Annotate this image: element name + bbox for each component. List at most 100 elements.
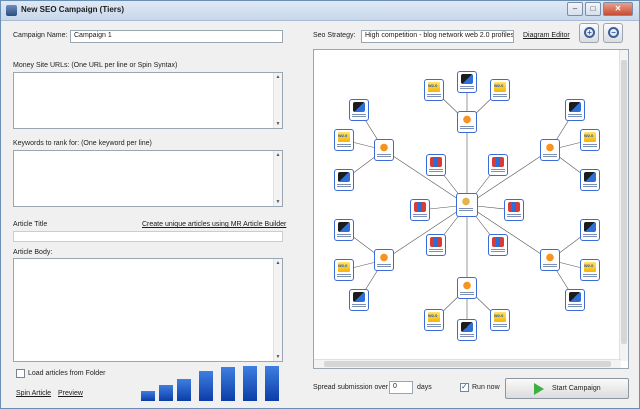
- seo-strategy-select[interactable]: High competition - blog network web 2.0 …: [361, 30, 514, 43]
- web20-node[interactable]: [580, 129, 600, 151]
- bookmark-node[interactable]: [349, 99, 369, 121]
- scroll-up-icon[interactable]: ▲: [274, 73, 282, 81]
- bookmark-node[interactable]: [334, 219, 354, 241]
- web20-icon: [494, 82, 506, 92]
- web20-icon: [338, 132, 350, 142]
- create-articles-link[interactable]: Create unique articles using MR Article …: [142, 221, 286, 228]
- web20-node[interactable]: [334, 129, 354, 151]
- logo-bars-graphic: [141, 361, 281, 401]
- scroll-thumb[interactable]: [324, 361, 611, 367]
- bookmark-node[interactable]: [457, 71, 477, 93]
- bookmark-icon: [353, 292, 365, 302]
- load-articles-checkbox[interactable]: [16, 369, 25, 378]
- blog-icon: [461, 114, 473, 124]
- bookmark-node[interactable]: [349, 289, 369, 311]
- title-bar: New SEO Campaign (Tiers) – □ ✕: [1, 1, 639, 21]
- web-profile-node[interactable]: [488, 234, 508, 256]
- preview-link[interactable]: Preview: [58, 390, 83, 397]
- run-now-label: Run now: [472, 384, 500, 391]
- seo-strategy-label: Seo Strategy:: [313, 32, 356, 39]
- scroll-up-icon[interactable]: ▲: [274, 151, 282, 159]
- blog-network-node[interactable]: [374, 139, 394, 161]
- blog-network-node[interactable]: [457, 277, 477, 299]
- web-profile-node[interactable]: [426, 234, 446, 256]
- bookmark-node[interactable]: [580, 219, 600, 241]
- web20-node[interactable]: [580, 259, 600, 281]
- bookmark-node[interactable]: [565, 289, 585, 311]
- zoom-in-button[interactable]: +: [579, 23, 599, 43]
- article-title-label: Article Title: [13, 221, 48, 228]
- web-profile-node[interactable]: [426, 154, 446, 176]
- start-campaign-button[interactable]: Start Campaign: [505, 378, 629, 399]
- app-icon: [6, 5, 17, 16]
- blog-network-node[interactable]: [540, 249, 560, 271]
- logo-bar: [177, 379, 191, 401]
- bookmark-icon: [461, 74, 473, 84]
- money-urls-scrollbar[interactable]: ▲ ▼: [273, 73, 282, 128]
- web20-node[interactable]: [490, 79, 510, 101]
- keywords-label: Keywords to rank for: (One keyword per l…: [13, 140, 152, 147]
- bookmark-node[interactable]: [334, 169, 354, 191]
- web20-node[interactable]: [424, 79, 444, 101]
- scroll-down-icon[interactable]: ▼: [274, 120, 282, 128]
- run-now-checkbox[interactable]: ✓: [460, 382, 469, 392]
- campaign-window: New SEO Campaign (Tiers) – □ ✕ Campaign …: [0, 0, 640, 409]
- article-body-label: Article Body:: [13, 249, 53, 256]
- web20-icon: [494, 312, 506, 322]
- blog-icon: [378, 252, 390, 262]
- keywords-scrollbar[interactable]: ▲ ▼: [273, 151, 282, 206]
- article-title-input[interactable]: [13, 231, 283, 242]
- minimize-button[interactable]: –: [567, 2, 583, 16]
- profile-icon: [492, 237, 504, 247]
- scroll-up-icon[interactable]: ▲: [274, 259, 282, 267]
- web20-icon: [428, 82, 440, 92]
- web20-node[interactable]: [490, 309, 510, 331]
- bookmark-node[interactable]: [580, 169, 600, 191]
- spread-days-input[interactable]: 0: [389, 381, 413, 394]
- web20-icon: [584, 262, 596, 272]
- check-icon: ✓: [461, 382, 468, 391]
- diagram-vscrollbar[interactable]: [619, 50, 628, 361]
- spread-label: Spread submission over: [313, 384, 389, 391]
- keywords-textarea[interactable]: ▲ ▼: [13, 150, 283, 207]
- profile-icon: [414, 202, 426, 212]
- article-body-scrollbar[interactable]: ▲ ▼: [273, 259, 282, 361]
- web20-node[interactable]: [424, 309, 444, 331]
- article-body-textarea[interactable]: ▲ ▼: [13, 258, 283, 362]
- money-urls-textarea[interactable]: ▲ ▼: [13, 72, 283, 129]
- bookmark-node[interactable]: [565, 99, 585, 121]
- logo-bar: [221, 367, 235, 401]
- web-profile-node[interactable]: [504, 199, 524, 221]
- web-profile-node[interactable]: [488, 154, 508, 176]
- close-button[interactable]: ✕: [603, 2, 633, 16]
- campaign-name-input[interactable]: Campaign 1: [70, 30, 283, 43]
- web20-node[interactable]: [334, 259, 354, 281]
- maximize-button[interactable]: □: [585, 2, 601, 16]
- logo-bar: [159, 385, 173, 401]
- money-urls-label: Money Site URLs: (One URL per line or Sp…: [13, 62, 178, 69]
- blog-icon: [544, 142, 556, 152]
- bookmark-icon: [584, 222, 596, 232]
- diagram-hscrollbar[interactable]: [314, 359, 621, 368]
- profile-icon: [430, 237, 442, 247]
- blog-network-node[interactable]: [374, 249, 394, 271]
- logo-bar: [243, 366, 257, 401]
- blog-network-node[interactable]: [457, 111, 477, 133]
- spin-article-link[interactable]: Spin Article: [16, 390, 51, 397]
- tier-diagram[interactable]: [313, 49, 629, 369]
- web20-icon: [584, 132, 596, 142]
- scroll-down-icon[interactable]: ▼: [274, 353, 282, 361]
- diagram-editor-link[interactable]: Diagram Editor: [523, 32, 570, 39]
- zoom-out-button[interactable]: −: [603, 23, 623, 43]
- start-campaign-label: Start Campaign: [552, 385, 601, 392]
- zoom-in-icon: +: [584, 27, 595, 38]
- web-profile-node[interactable]: [410, 199, 430, 221]
- bookmark-node[interactable]: [457, 319, 477, 341]
- money-site-node[interactable]: [456, 193, 478, 217]
- load-articles-label: Load articles from Folder: [28, 370, 106, 377]
- campaign-name-label: Campaign Name:: [13, 32, 68, 39]
- blog-network-node[interactable]: [540, 139, 560, 161]
- scroll-thumb[interactable]: [621, 60, 627, 344]
- scroll-down-icon[interactable]: ▼: [274, 198, 282, 206]
- bookmark-icon: [338, 172, 350, 182]
